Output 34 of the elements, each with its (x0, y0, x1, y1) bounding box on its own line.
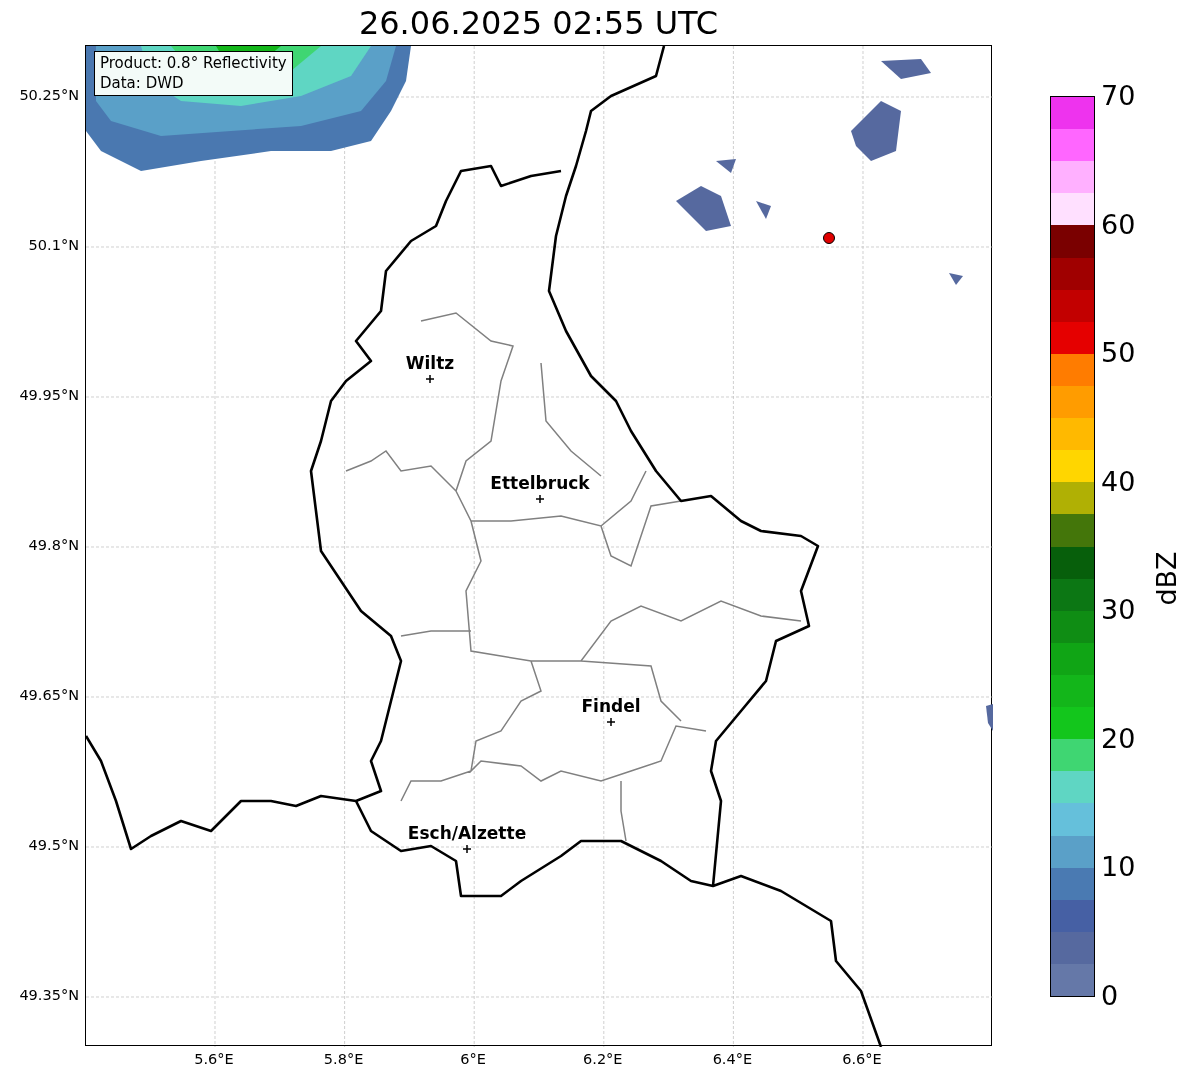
axis-tick-label: 6.6°E (842, 1052, 882, 1067)
axis-tick-label: 5.6°E (194, 1052, 234, 1067)
axis-tick-label: 6.2°E (583, 1052, 623, 1067)
colorbar-tick-label: 30 (1101, 596, 1136, 624)
city-label: Wiltz (405, 353, 455, 373)
axis-tick-label: 6°E (460, 1052, 486, 1067)
colorbar-label: dBZ (1152, 551, 1180, 606)
city-marker-icon (425, 374, 435, 384)
colorbar-tick-label: 60 (1101, 210, 1136, 238)
colorbar-tick-label: 10 (1101, 853, 1136, 881)
colorbar-tick-label: 50 (1101, 339, 1136, 367)
colorbar-tick-label: 40 (1101, 467, 1136, 495)
city-label: Esch/Alzette (407, 823, 527, 843)
city-label: Findel (581, 696, 641, 716)
axis-tick-label: 49.65°N (19, 688, 79, 703)
colorbar-tick-label: 70 (1101, 82, 1136, 109)
colorbar-tick-label: 20 (1101, 724, 1136, 752)
axis-tick-label: 5.8°E (323, 1052, 364, 1067)
city-marker-icon (535, 494, 545, 504)
location-marker (823, 232, 835, 244)
axis-tick-label: 49.35°N (19, 988, 79, 1003)
axis-tick-label: 49.8°N (28, 538, 79, 553)
axis-tick-label: 50.1°N (28, 238, 79, 253)
chart-title: 26.06.2025 02:55 UTC (358, 6, 719, 39)
axis-tick-label: 49.95°N (19, 388, 79, 403)
city-marker-icon (606, 717, 616, 727)
info-text: Data: DWD (100, 73, 185, 93)
axis-tick-label: 6.4°E (712, 1052, 753, 1067)
axis-tick-label: 49.5°N (28, 838, 79, 853)
info-text: Product: 0.8° Reflectivity (100, 54, 287, 74)
city-marker-icon (462, 844, 472, 854)
axis-tick-label: 50.25°N (19, 88, 79, 103)
colorbar-tick-label: 0 (1101, 982, 1119, 1009)
city-label: Ettelbruck (490, 473, 590, 493)
